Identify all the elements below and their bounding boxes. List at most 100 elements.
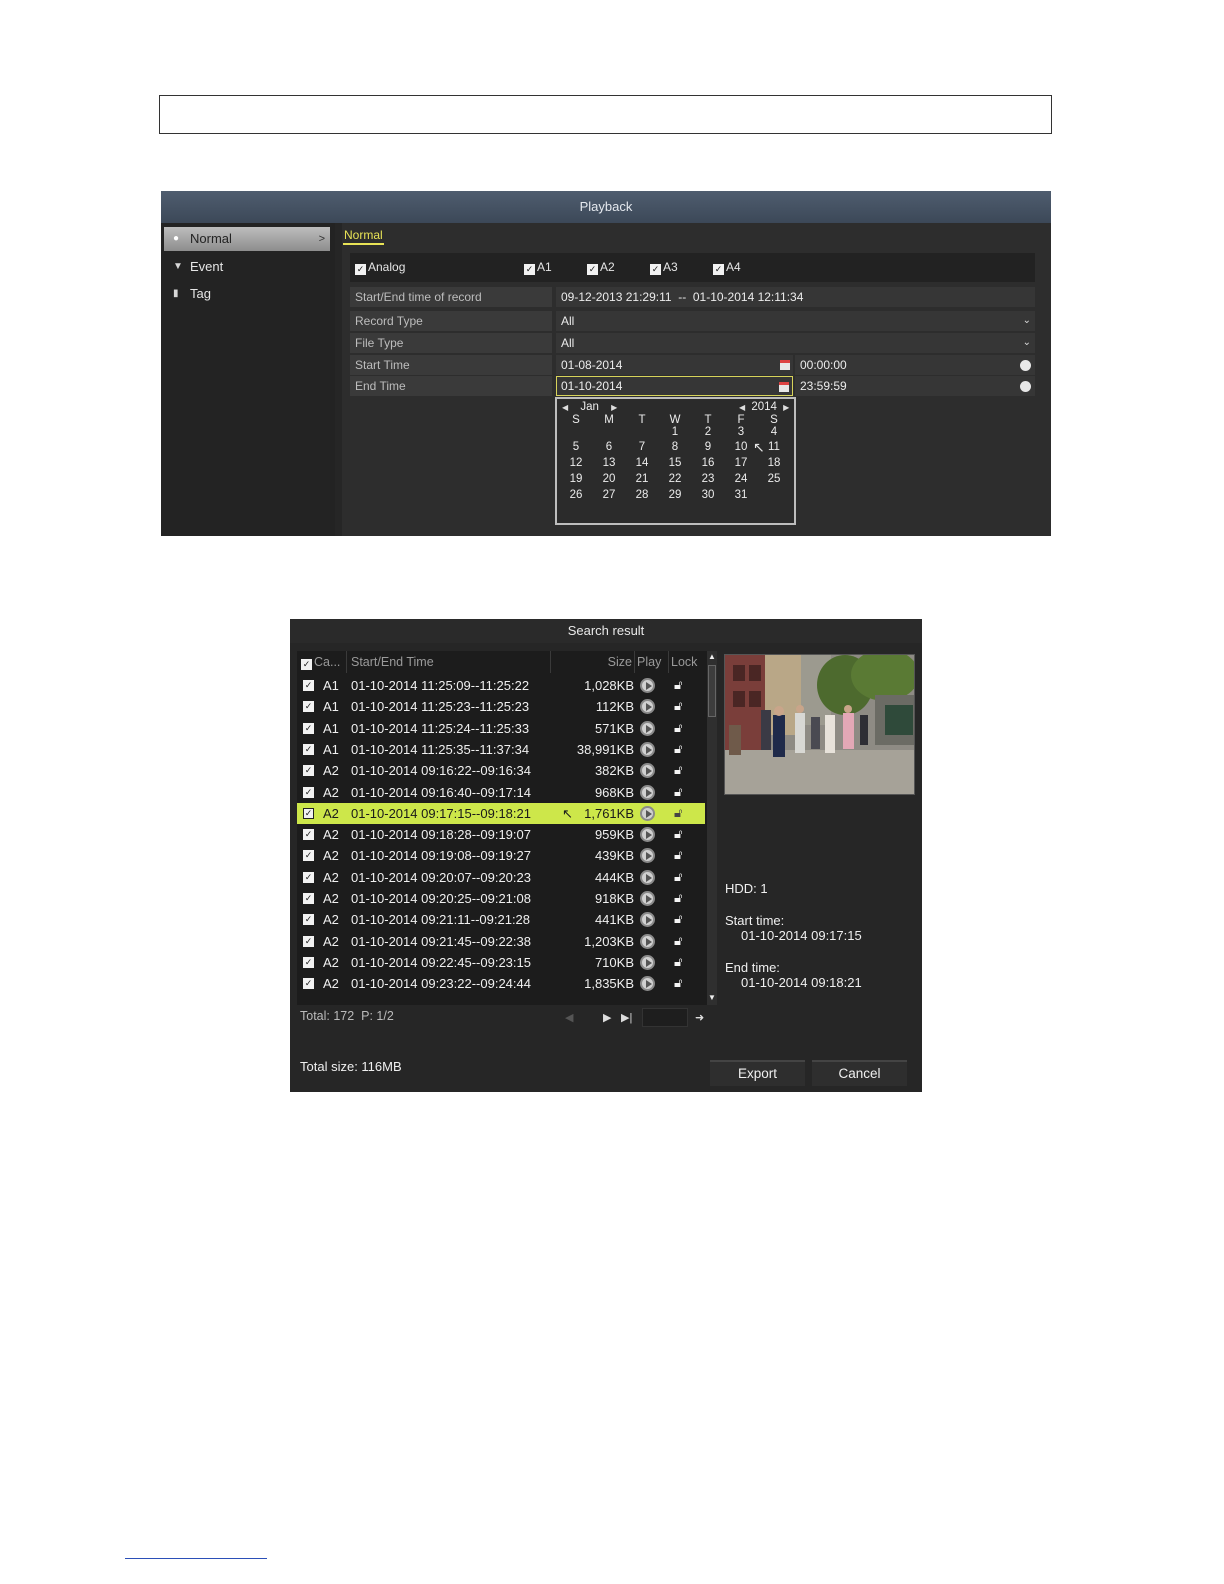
play-icon[interactable]: [640, 763, 655, 779]
unlock-icon[interactable]: 🔓︎: [674, 975, 688, 991]
unlock-icon[interactable]: 🔓︎: [674, 933, 688, 949]
table-row[interactable]: ✓ A2 01-10-2014 09:21:11--09:21:28 441KB 🔓︎: [297, 909, 705, 930]
calendar-day[interactable]: 29: [662, 489, 688, 502]
end-date-input[interactable]: 01-10-2014: [556, 376, 793, 396]
prev-year-icon[interactable]: ◀: [739, 403, 745, 412]
calendar-day[interactable]: 10: [728, 441, 754, 454]
last-page-icon[interactable]: ▶|: [621, 1011, 632, 1024]
calendar-day[interactable]: 8: [662, 441, 688, 454]
sidebar-item-normal[interactable]: ● Normal >: [164, 227, 330, 251]
table-row[interactable]: ✓ A2 01-10-2014 09:19:08--09:19:27 439KB 🔓︎: [297, 845, 705, 866]
calendar-day[interactable]: 16: [695, 457, 721, 470]
calendar-day[interactable]: 3: [728, 426, 754, 439]
play-icon[interactable]: [640, 678, 655, 693]
table-row[interactable]: ✓ A1 01-10-2014 11:25:09--11:25:22 1,028KB 🔓…: [297, 675, 705, 696]
calendar-day[interactable]: 20: [596, 473, 622, 486]
check-icon[interactable]: ✓: [301, 659, 312, 670]
unlock-icon[interactable]: 🔓︎: [674, 762, 688, 778]
start-date-input[interactable]: 01-08-2014: [556, 355, 793, 375]
play-icon[interactable]: [640, 741, 655, 757]
play-icon[interactable]: [640, 976, 655, 992]
check-icon[interactable]: ✓: [303, 807, 314, 819]
next-month-icon[interactable]: ▶: [611, 403, 617, 412]
calendar-day[interactable]: 31: [728, 489, 754, 502]
clock-icon[interactable]: [1020, 381, 1031, 392]
next-year-icon[interactable]: ▶: [783, 403, 789, 412]
export-button[interactable]: Export: [710, 1060, 805, 1086]
prev-month-icon[interactable]: ◀: [562, 403, 568, 412]
calendar-day[interactable]: 30: [695, 489, 721, 502]
check-icon[interactable]: ✓: [303, 786, 314, 798]
scroll-up-icon[interactable]: ▲: [707, 651, 717, 663]
unlock-icon[interactable]: 🔓︎: [674, 741, 688, 757]
column-header-play[interactable]: Play: [635, 651, 669, 673]
channel-checkbox-a3[interactable]: ✓ A3: [650, 261, 678, 275]
play-icon[interactable]: [640, 784, 655, 800]
calendar-day[interactable]: 25: [761, 473, 787, 486]
check-icon[interactable]: ✓: [303, 722, 314, 734]
play-icon[interactable]: [640, 933, 655, 949]
unlock-icon[interactable]: 🔓︎: [674, 720, 688, 736]
table-row[interactable]: ✓ A2 01-10-2014 09:22:45--09:23:15 710KB 🔓︎: [297, 952, 705, 973]
calendar-day[interactable]: 12: [563, 457, 589, 470]
check-icon[interactable]: ✓: [303, 893, 314, 904]
play-icon[interactable]: [640, 848, 655, 864]
table-row[interactable]: ✓ A1 01-10-2014 11:25:35--11:37:34 38,991KB…: [297, 739, 705, 760]
check-icon[interactable]: ✓: [303, 701, 314, 713]
sidebar-item-tag[interactable]: ▮ Tag: [164, 282, 330, 306]
table-row[interactable]: ✓ A2 01-10-2014 09:16:40--09:17:14 968KB 🔓︎: [297, 782, 705, 803]
end-clock-input[interactable]: 23:59:59: [795, 376, 1035, 396]
check-icon[interactable]: ✓: [303, 680, 314, 691]
unlock-icon[interactable]: 🔓︎: [674, 826, 688, 842]
unlock-icon[interactable]: 🔓︎: [674, 698, 688, 714]
column-header-size[interactable]: Size: [551, 651, 635, 673]
unlock-icon[interactable]: 🔓︎: [674, 677, 688, 693]
next-page-icon[interactable]: ▶: [603, 1011, 611, 1024]
calendar-day[interactable]: 24: [728, 473, 754, 486]
sidebar-item-event[interactable]: ▼ Event: [164, 255, 330, 279]
channel-checkbox-a1[interactable]: ✓ A1: [524, 261, 552, 275]
calendar-icon[interactable]: [780, 360, 790, 370]
calendar-day[interactable]: 22: [662, 473, 688, 486]
page-number-input[interactable]: [642, 1008, 688, 1027]
play-icon[interactable]: [640, 912, 655, 928]
play-icon[interactable]: [640, 699, 655, 715]
calendar-day[interactable]: 14: [629, 457, 655, 470]
calendar-day[interactable]: 11: [761, 441, 787, 454]
table-row[interactable]: ✓ A1 01-10-2014 11:25:24--11:25:33 571KB 🔓︎: [297, 718, 705, 739]
calendar-day[interactable]: 27: [596, 489, 622, 502]
calendar-day[interactable]: 13: [596, 457, 622, 470]
play-icon[interactable]: [640, 827, 655, 843]
unlock-icon[interactable]: 🔓︎: [674, 954, 688, 970]
check-icon[interactable]: ✓: [303, 743, 314, 755]
table-row[interactable]: ✓ A2 01-10-2014 09:21:45--09:22:38 1,203KB 🔓…: [297, 931, 705, 952]
unlock-icon[interactable]: 🔓︎: [674, 890, 688, 906]
scroll-thumb[interactable]: [708, 665, 716, 717]
calendar-day[interactable]: 9: [695, 441, 721, 454]
result-scrollbar[interactable]: ▲ ▼: [707, 651, 717, 1005]
channel-checkbox-a2[interactable]: ✓ A2: [587, 261, 615, 275]
table-row[interactable]: ✓ A2 01-10-2014 09:20:07--09:20:23 444KB 🔓︎: [297, 867, 705, 888]
prev-page-icon[interactable]: ◀: [565, 1011, 573, 1024]
table-row[interactable]: ✓ A1 01-10-2014 11:25:23--11:25:23 112KB 🔓︎: [297, 696, 705, 717]
calendar-day[interactable]: 15: [662, 457, 688, 470]
table-row[interactable]: ✓ A2 01-10-2014 09:20:25--09:21:08 918KB 🔓︎: [297, 888, 705, 909]
check-icon[interactable]: ✓: [303, 956, 314, 968]
calendar-day[interactable]: 23: [695, 473, 721, 486]
check-icon[interactable]: ✓: [303, 978, 314, 990]
column-header-time[interactable]: Start/End Time: [347, 651, 551, 673]
table-row[interactable]: ✓ A2 01-10-2014 09:16:22--09:16:34 382KB 🔓︎: [297, 760, 705, 781]
unlock-icon[interactable]: 🔓︎: [674, 911, 688, 927]
table-row[interactable]: ✓ A2 01-10-2014 09:18:28--09:19:07 959KB 🔓︎: [297, 824, 705, 845]
channel-checkbox-a4[interactable]: ✓ A4: [713, 261, 741, 275]
unlock-icon[interactable]: 🔓︎: [674, 805, 688, 821]
calendar-icon[interactable]: [779, 382, 789, 392]
check-icon[interactable]: ✓: [303, 765, 314, 777]
unlock-icon[interactable]: 🔓︎: [674, 784, 688, 800]
cancel-button[interactable]: Cancel: [812, 1060, 907, 1086]
calendar-day[interactable]: 18: [761, 457, 787, 470]
column-header-lock[interactable]: Lock: [669, 651, 707, 673]
column-header-camera[interactable]: ✓ Ca...: [297, 651, 347, 673]
calendar-day[interactable]: 21: [629, 473, 655, 486]
check-icon[interactable]: ✓: [303, 935, 314, 947]
